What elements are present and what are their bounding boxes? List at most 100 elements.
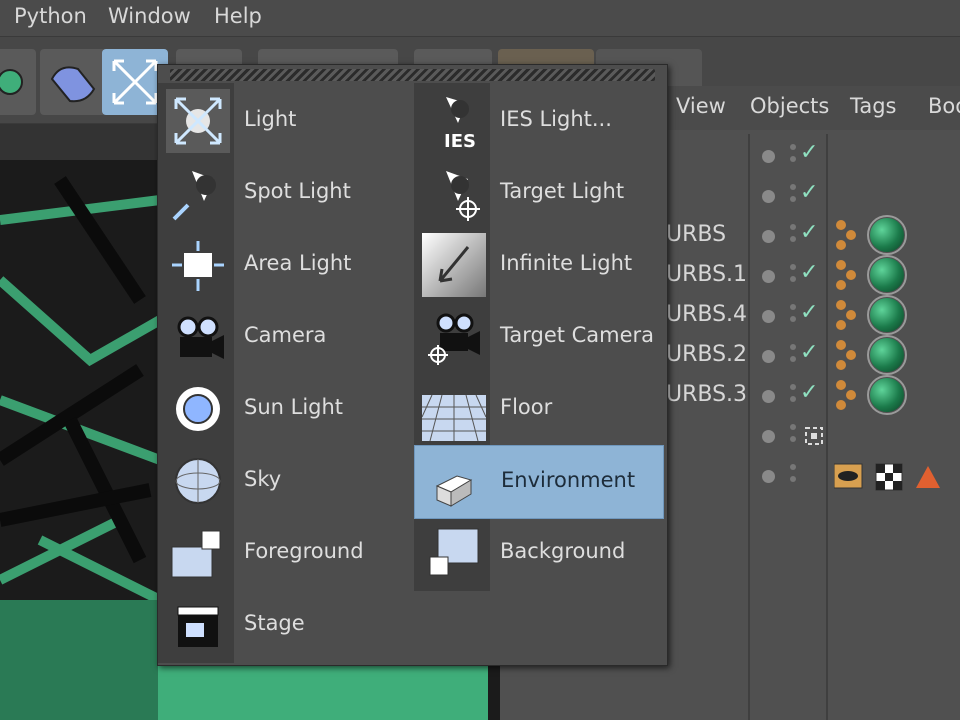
menu-item-area-light[interactable]: Area Light	[158, 229, 408, 301]
menu-item-label: Infinite Light	[500, 251, 633, 275]
menu-item-label: Environment	[501, 468, 636, 492]
enabled-check-icon[interactable]: ✓	[800, 300, 818, 325]
material-tag-icon[interactable]	[867, 255, 907, 295]
menu-item-target-camera[interactable]: Target Camera	[414, 301, 664, 373]
background-icon	[429, 528, 479, 576]
menu-item-stage[interactable]: Stage	[158, 589, 408, 661]
sun-light-icon	[176, 387, 220, 431]
enabled-check-icon[interactable]: ✓	[800, 380, 818, 405]
enabled-check-icon[interactable]: ✓	[800, 260, 818, 285]
layer-dot-icon[interactable]	[762, 470, 775, 483]
target-light-icon	[446, 171, 480, 221]
menubar: Python Window Help	[0, 0, 960, 37]
visibility-dots-icon[interactable]	[790, 384, 796, 390]
menu-item-label: Spot Light	[244, 179, 351, 203]
menu-item-label: Target Light	[500, 179, 625, 203]
menu-item-target-light[interactable]: Target Light	[414, 157, 664, 229]
menu-item-light[interactable]: Light	[158, 85, 408, 157]
menu-help[interactable]: Help	[208, 4, 268, 28]
material-tag-icon[interactable]	[867, 335, 907, 375]
sky-icon	[175, 458, 221, 504]
visibility-dots-icon[interactable]	[790, 464, 796, 470]
menu-item-environment[interactable]: Environment	[414, 445, 664, 519]
om-menu-view[interactable]: View	[676, 94, 726, 118]
infinite-light-icon	[422, 233, 486, 297]
menu-item-sky[interactable]: Sky	[158, 445, 408, 517]
enabled-check-icon[interactable]: ✓	[800, 180, 818, 205]
visibility-dots-icon[interactable]	[790, 424, 796, 430]
tearoff-handle[interactable]	[170, 69, 655, 81]
enabled-check-icon[interactable]: ✓	[800, 220, 818, 245]
material-tag-icon[interactable]	[867, 295, 907, 335]
area-light-icon	[172, 241, 224, 291]
om-menu-objects[interactable]: Objects	[750, 94, 829, 118]
light-icon	[166, 89, 230, 153]
visibility-dots-icon[interactable]	[790, 264, 796, 270]
object-name: URBS.4	[666, 302, 748, 327]
tags-group	[834, 463, 940, 491]
spot-light-icon	[172, 171, 216, 221]
menu-item-label: Light	[244, 107, 297, 131]
cube-tool-button[interactable]	[0, 49, 36, 115]
foreground-icon	[171, 530, 221, 578]
layer-dot-icon[interactable]	[762, 390, 775, 403]
menu-item-floor[interactable]: Floor	[414, 373, 664, 445]
layer-dot-icon[interactable]	[762, 270, 775, 283]
xref-icon[interactable]	[804, 426, 824, 446]
visibility-dots-icon[interactable]	[790, 304, 796, 310]
phong-tag-icon[interactable]	[836, 220, 846, 230]
menu-item-camera[interactable]: Camera	[158, 301, 408, 373]
floor-icon	[422, 394, 486, 441]
layer-dot-icon[interactable]	[762, 350, 775, 363]
menu-item-label: Sky	[244, 467, 282, 491]
ies-light-icon: IES	[444, 97, 476, 152]
menu-item-background[interactable]: Background	[414, 517, 664, 589]
deformer-tool-button[interactable]	[40, 49, 106, 115]
menu-item-sun-light[interactable]: Sun Light	[158, 373, 408, 445]
stage-icon	[177, 606, 219, 647]
layer-dot-icon[interactable]	[762, 150, 775, 163]
layer-dot-icon[interactable]	[762, 190, 775, 203]
menu-item-infinite-light[interactable]: Infinite Light	[414, 229, 664, 301]
enabled-check-icon[interactable]: ✓	[800, 140, 818, 165]
menu-item-label: Stage	[244, 611, 305, 635]
target-camera-icon	[428, 313, 480, 365]
om-menu-tags[interactable]: Tags	[850, 94, 897, 118]
phong-tag-icon[interactable]	[836, 380, 846, 390]
layer-dot-icon[interactable]	[762, 230, 775, 243]
svg-text:IES: IES	[444, 131, 476, 152]
menu-item-foreground[interactable]: Foreground	[158, 517, 408, 589]
object-name: URBS.1	[666, 262, 748, 287]
phong-tag-icon[interactable]	[836, 260, 846, 270]
warning-tag-icon	[916, 466, 940, 488]
light-dropdown-menu: Light Spot Light Area Light Camera Sun L…	[157, 64, 668, 666]
layer-dot-icon[interactable]	[762, 430, 775, 443]
object-name: URBS	[666, 222, 727, 247]
visibility-dots-icon[interactable]	[790, 184, 796, 190]
menu-item-ies-light[interactable]: IES IES Light...	[414, 85, 664, 157]
visibility-dots-icon[interactable]	[790, 224, 796, 230]
menu-item-label: Target Camera	[500, 323, 655, 347]
om-menu-bookmarks[interactable]: Boo	[928, 94, 960, 118]
object-icon	[0, 69, 23, 95]
material-tag-icon[interactable]	[867, 375, 907, 415]
phong-tag-icon[interactable]	[836, 300, 846, 310]
menu-item-label: Floor	[500, 395, 553, 419]
enabled-check-icon[interactable]: ✓	[800, 340, 818, 365]
camera-icon	[177, 316, 224, 359]
deformer-icon	[50, 66, 96, 103]
menu-python[interactable]: Python	[8, 4, 93, 28]
menu-window[interactable]: Window	[102, 4, 197, 28]
layer-dot-icon[interactable]	[762, 310, 775, 323]
menu-item-label: Sun Light	[244, 395, 344, 419]
menu-item-label: IES Light...	[500, 107, 612, 131]
menu-item-label: Camera	[244, 323, 327, 347]
menu-item-label: Background	[500, 539, 626, 563]
material-tag-icon[interactable]	[867, 215, 907, 255]
object-name: URBS.2	[666, 342, 748, 367]
visibility-dots-icon[interactable]	[790, 144, 796, 150]
menu-item-spot-light[interactable]: Spot Light	[158, 157, 408, 229]
visibility-dots-icon[interactable]	[790, 344, 796, 350]
menu-item-label: Area Light	[244, 251, 352, 275]
phong-tag-icon[interactable]	[836, 340, 846, 350]
